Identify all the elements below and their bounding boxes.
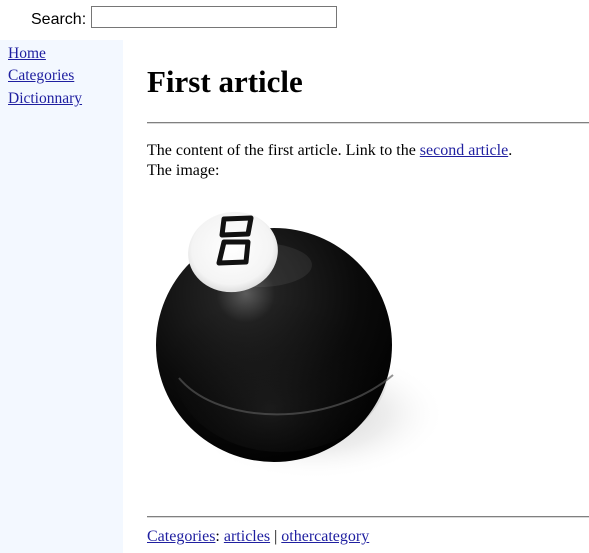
categories-colon: : [215, 528, 220, 545]
search-input[interactable] [91, 6, 337, 28]
sidebar: Home Categories Dictionnary [0, 40, 123, 553]
title-divider [147, 122, 589, 124]
main-content: First article The content of the first a… [147, 40, 589, 553]
page-title: First article [147, 64, 303, 99]
content-text: The content of the first article. Link t… [147, 142, 420, 159]
article-image [147, 192, 447, 497]
article-paragraph: The content of the first article. Link t… [147, 141, 589, 161]
category-separator: | [274, 528, 278, 545]
footer-divider [147, 516, 589, 518]
eight-ball-icon [156, 211, 447, 480]
category-link-articles[interactable]: articles [224, 528, 270, 545]
sidebar-link-home[interactable]: Home [8, 45, 46, 63]
second-article-link[interactable]: second article [420, 142, 508, 159]
search-bar: Search: [0, 0, 589, 40]
category-link-othercategory[interactable]: othercategory [281, 528, 369, 545]
categories-footer-link[interactable]: Categories [147, 528, 215, 545]
image-label: The image: [147, 162, 220, 179]
article-content: The content of the first article. Link t… [147, 141, 589, 181]
content-suffix: . [508, 142, 513, 159]
ball-rim-light [173, 282, 389, 452]
search-label: Search: [31, 11, 87, 28]
sidebar-link-categories[interactable]: Categories [8, 67, 74, 85]
sidebar-link-dictionnary[interactable]: Dictionnary [8, 90, 82, 108]
categories-footer: Categories: articles | othercategory [147, 527, 369, 547]
